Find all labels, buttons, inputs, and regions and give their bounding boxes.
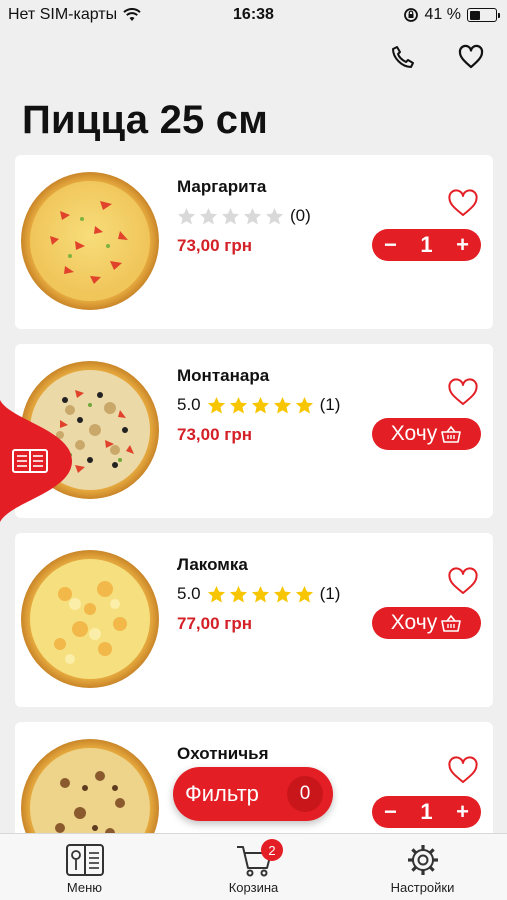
- star-icon: [273, 585, 291, 602]
- page-title: Пицца 25 см: [22, 98, 269, 142]
- cart-badge: 2: [261, 839, 283, 861]
- product-name: Охотничья: [177, 744, 269, 763]
- product-card[interactable]: Лакомка 5.0 (1) 77,00 грн Хочу: [15, 533, 493, 707]
- star-rating: [207, 585, 314, 604]
- filter-label: Фильтр: [185, 781, 259, 806]
- rating-row: 5.0 (1): [177, 394, 340, 416]
- star-icon: [243, 207, 262, 224]
- review-count: (0): [290, 206, 311, 225]
- product-info: Лакомка 5.0 (1) 77,00 грн: [177, 555, 340, 634]
- battery-fill: [469, 10, 480, 20]
- pizza-image: [21, 550, 159, 688]
- product-card[interactable]: Монтанара 5.0 (1) 73,00 грн Хочу: [15, 344, 493, 518]
- star-icon: [199, 207, 218, 224]
- status-right: 41 %: [403, 6, 500, 24]
- star-icon: [207, 585, 225, 602]
- product-name: Монтанара: [177, 366, 270, 385]
- product-card[interactable]: Маргарита (0) 73,00 грн − 1 +: [15, 155, 493, 329]
- battery-icon: [467, 8, 500, 22]
- tab-menu[interactable]: Меню: [0, 834, 169, 900]
- basket-icon: [441, 425, 462, 443]
- star-icon: [251, 396, 269, 413]
- star-icon: [295, 585, 313, 602]
- product-info: Охотничья: [177, 744, 269, 764]
- favorite-heart-icon[interactable]: [447, 378, 479, 406]
- rating-row: (0): [177, 205, 311, 227]
- increase-button[interactable]: +: [456, 799, 469, 825]
- menu-book-icon: [65, 844, 104, 876]
- review-count: (1): [319, 584, 341, 603]
- increase-button[interactable]: +: [456, 232, 469, 258]
- star-icon: [221, 207, 240, 224]
- product-name: Лакомка: [177, 555, 248, 574]
- product-price: 73,00 грн: [177, 425, 252, 444]
- product-info: Монтанара 5.0 (1) 73,00 грн: [177, 366, 340, 445]
- star-rating: [177, 207, 284, 226]
- want-label: Хочу: [390, 422, 438, 445]
- gear-icon: [407, 845, 438, 875]
- decrease-button[interactable]: −: [384, 799, 397, 825]
- rotation-lock-icon: [403, 8, 418, 22]
- filter-button[interactable]: Фильтр 0: [173, 767, 333, 821]
- rating-value: 5.0: [177, 395, 201, 414]
- quantity-stepper: − 1 +: [372, 796, 481, 828]
- favorite-heart-icon[interactable]: [447, 756, 479, 784]
- star-icon: [295, 396, 313, 413]
- star-icon: [229, 396, 247, 413]
- product-name: Маргарита: [177, 177, 267, 196]
- want-button[interactable]: Хочу: [372, 607, 481, 639]
- product-price: 73,00 грн: [177, 236, 252, 255]
- want-button[interactable]: Хочу: [372, 418, 481, 450]
- tab-label: Корзина: [228, 880, 279, 895]
- decrease-button[interactable]: −: [384, 232, 397, 258]
- status-bar: Нет SIM-карты 16:38 41 %: [0, 0, 507, 32]
- pizza-image: [21, 172, 159, 310]
- star-icon: [207, 396, 225, 413]
- product-price: 77,00 грн: [177, 614, 252, 633]
- rating-row: 5.0 (1): [177, 583, 340, 605]
- quantity-value: 1: [420, 799, 433, 824]
- want-label: Хочу: [390, 611, 438, 634]
- tab-settings[interactable]: Настройки: [338, 834, 507, 900]
- favorite-heart-icon[interactable]: [447, 567, 479, 595]
- product-info: Маргарита (0) 73,00 грн: [177, 177, 311, 256]
- rating-value: 5.0: [177, 584, 201, 603]
- catalog-side-tab[interactable]: [0, 400, 72, 522]
- quantity-stepper: − 1 +: [372, 229, 481, 261]
- phone-icon[interactable]: [389, 43, 417, 71]
- tab-label: Настройки: [390, 880, 455, 895]
- filter-count-badge: 0: [287, 776, 323, 812]
- star-icon: [265, 207, 284, 224]
- star-icon: [229, 585, 247, 602]
- quantity-value: 1: [420, 232, 433, 257]
- favorites-heart-icon[interactable]: [457, 43, 485, 71]
- favorite-heart-icon[interactable]: [447, 189, 479, 217]
- tab-cart[interactable]: 2 Корзина: [169, 834, 338, 900]
- review-count: (1): [319, 395, 341, 414]
- battery-percent: 41 %: [424, 6, 461, 23]
- star-rating: [207, 396, 314, 415]
- star-icon: [177, 207, 196, 224]
- header-actions: [389, 43, 485, 71]
- tab-label: Меню: [66, 880, 103, 895]
- bottom-tab-bar: Меню 2 Корзина Настройки: [0, 833, 507, 900]
- star-icon: [251, 585, 269, 602]
- star-icon: [273, 396, 291, 413]
- basket-icon: [441, 614, 462, 632]
